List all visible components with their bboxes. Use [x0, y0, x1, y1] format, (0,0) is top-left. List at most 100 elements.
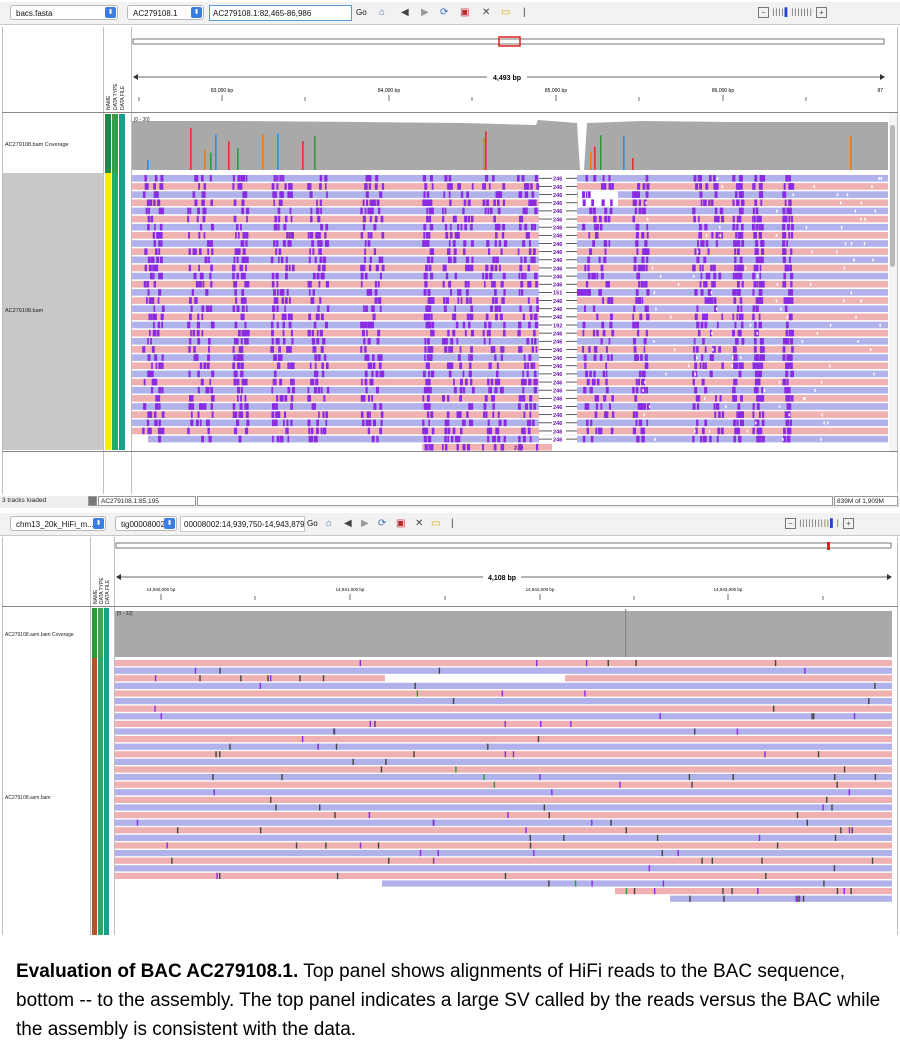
top-close-icon[interactable]: ✕ — [482, 7, 490, 19]
bottom-back-icon[interactable]: ◀ — [344, 518, 352, 530]
top-insertion — [645, 191, 649, 198]
bottom-mismatch — [414, 682, 416, 689]
top-insertion — [457, 297, 460, 304]
top-insertion — [501, 443, 505, 451]
top-insertion — [321, 370, 325, 378]
top-insertion — [593, 378, 596, 386]
top-insertion — [739, 232, 742, 239]
bottom-attr-col-file — [104, 608, 109, 935]
top-chromosome-select[interactable]: AC279108.1 ⬍ — [127, 5, 204, 20]
top-insertion — [450, 435, 454, 443]
bottom-zoom-in-icon[interactable]: + — [843, 518, 854, 529]
top-zoom-in-icon[interactable]: + — [816, 7, 827, 18]
top-insertion — [324, 183, 327, 190]
top-alignment-track-name[interactable]: AC279108.bam — [5, 308, 43, 314]
bottom-read — [115, 758, 892, 765]
top-insertion — [713, 403, 716, 410]
bottom-data-panel[interactable]: [0 - 32] — [115, 607, 892, 935]
top-insertion — [760, 256, 764, 264]
top-sv-label: 246 — [553, 356, 562, 362]
top-insertion — [786, 354, 790, 361]
top-zoom-widget[interactable]: − ||||▌||||||| + — [758, 7, 827, 18]
top-insertion — [588, 346, 591, 353]
top-scrollbar-thumb[interactable] — [890, 125, 895, 267]
top-insertion — [584, 403, 588, 410]
top-insertion — [308, 435, 311, 443]
top-go-button[interactable]: Go — [356, 8, 367, 17]
top-insertion — [596, 378, 600, 386]
bottom-popup-icon[interactable]: ▭ — [431, 518, 440, 530]
top-refresh-icon[interactable]: ⟳ — [440, 7, 448, 19]
top-popup-icon[interactable]: ▭ — [501, 7, 510, 19]
top-sv-label: 246 — [553, 266, 562, 272]
bottom-coverage-track-name[interactable]: AC279108.asm.bam Coverage — [5, 632, 74, 638]
top-insertion — [739, 215, 742, 223]
top-insertion — [147, 370, 150, 378]
top-insertion — [588, 232, 591, 239]
top-divider-icon: | — [523, 7, 526, 18]
top-insertion — [151, 256, 155, 264]
top-back-icon[interactable]: ◀ — [401, 7, 409, 19]
bottom-ruler[interactable]: 4,108 bp 14,940,000 bp 14,941,000 bp 14,… — [115, 537, 893, 606]
top-insertion — [700, 272, 703, 280]
top-ruler[interactable]: 4,493 bp 83,000 bp 84,000 bp 85,000 bp 8… — [132, 28, 888, 112]
top-forward-icon[interactable]: ▶ — [421, 7, 429, 19]
top-insertion — [584, 362, 587, 370]
top-insertion — [424, 435, 427, 443]
top-insertion — [146, 419, 150, 427]
top-insertion — [713, 175, 716, 182]
bottom-genome-select[interactable]: chm13_20k_HiFi_m... ⬍ — [10, 516, 106, 531]
top-insertion — [738, 370, 742, 378]
top-insertion — [530, 362, 534, 370]
top-insertion — [317, 264, 321, 272]
top-insertion — [431, 329, 435, 337]
top-coverage-track-name[interactable]: AC279108.bam Coverage — [5, 142, 69, 148]
top-insertion — [633, 346, 637, 353]
top-locus-input[interactable]: AC279108.1:82,465-86,986 — [209, 5, 352, 21]
top-insertion — [154, 354, 158, 361]
bottom-locus-input[interactable]: 00008002:14,939,750-14,943,879 — [180, 516, 305, 532]
bottom-home-icon[interactable]: ⌂ — [326, 518, 332, 530]
top-zoom-out-icon[interactable]: − — [758, 7, 769, 18]
top-genome-select[interactable]: bacs.fasta ⬍ — [10, 5, 118, 20]
top-mismatch — [725, 405, 727, 409]
bottom-chromosome-select[interactable]: tig00008002 ⬍ — [115, 516, 177, 531]
bottom-forward-icon[interactable]: ▶ — [361, 518, 369, 530]
top-insertion — [361, 329, 365, 337]
bottom-go-button[interactable]: Go — [307, 519, 318, 528]
top-insertion — [733, 419, 736, 427]
top-insertion — [468, 321, 471, 329]
top-insertion — [288, 232, 291, 239]
bottom-refresh-icon[interactable]: ⟳ — [378, 518, 386, 530]
top-insertion — [593, 354, 597, 361]
top-home-icon[interactable]: ⌂ — [379, 7, 385, 19]
top-coverage-mismatch — [277, 133, 279, 170]
top-insertion — [364, 346, 367, 353]
bottom-mismatch — [215, 751, 217, 758]
bottom-tick-marks — [160, 594, 824, 600]
top-insertion — [502, 272, 506, 280]
top-insertion — [375, 386, 379, 394]
bottom-zoom-widget[interactable]: − ||||||||||▌| + — [785, 518, 854, 529]
top-insertion — [734, 256, 737, 264]
top-insertion — [448, 280, 451, 288]
top-insertion — [205, 289, 209, 296]
bottom-close-icon[interactable]: ✕ — [415, 518, 423, 530]
top-insertion — [533, 370, 537, 378]
top-roi-icon[interactable]: ▣ — [460, 7, 469, 19]
top-insertion — [739, 297, 743, 304]
bottom-zoom-out-icon[interactable]: − — [785, 518, 796, 529]
top-insertion — [360, 264, 364, 272]
top-insertion — [377, 297, 381, 304]
top-data-panel[interactable]: 2462462462462462462462462462462462462462… — [132, 113, 889, 451]
top-insertion — [605, 346, 608, 353]
top-insertion — [599, 223, 603, 231]
bottom-roi-icon[interactable]: ▣ — [396, 518, 405, 530]
top-insertion — [610, 297, 614, 304]
top-insertion — [783, 272, 786, 280]
top-mismatch — [705, 234, 708, 238]
top-insertion — [273, 175, 276, 182]
top-insertion — [700, 240, 704, 247]
top-insertion — [160, 313, 164, 321]
bottom-alignment-track-name[interactable]: AC279108.asm.bam — [5, 795, 51, 801]
